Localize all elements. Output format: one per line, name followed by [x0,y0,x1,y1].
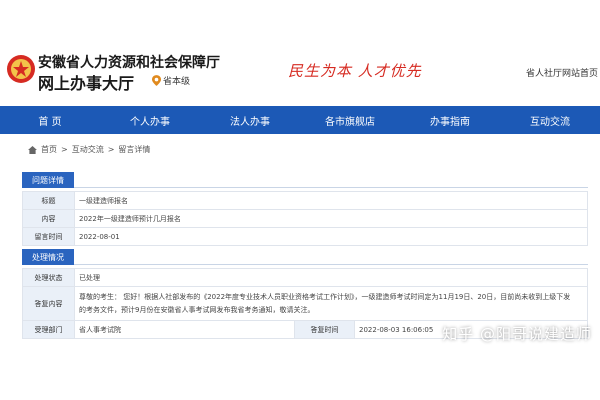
breadcrumb-separator: > [61,145,68,154]
nav-personal[interactable]: 个人办事 [100,106,200,134]
posted-time-value: 2022-08-01 [74,227,588,246]
org-name: 安徽省人力资源和社会保障厅 [38,55,220,71]
dept-value: 省人事考试院 [74,320,295,339]
handling-section-title: 处理情况 [22,249,74,265]
ministry-home-link[interactable]: 省人社厅网站首页 [526,66,598,79]
reply-line: 的考务文件，预计9月份在安徽省人事考试网发布我省考务通知，敬请关注。 [79,305,315,314]
reply-key: 答复内容 [22,286,75,321]
national-emblem-icon [7,55,35,83]
breadcrumb-separator: > [107,145,115,154]
nav-interaction[interactable]: 互动交流 [500,106,600,134]
table-row: 内容 2022年一级建造师预计几月报名 [22,209,588,228]
table-row: 标题 一级建造师报名 [22,191,588,210]
status-key: 处理状态 [22,268,75,287]
table-row: 答复内容 尊敬的考生： 您好！根据人社部发布的《2022年度专业技术人员职业资格… [22,286,588,321]
slogan: 民生为本 人才优先 [288,62,422,80]
level-selector[interactable]: 省本级 [152,74,190,87]
nav-corporate[interactable]: 法人办事 [200,106,300,134]
breadcrumb-home[interactable]: 首页 [41,144,57,155]
table-row: 留言时间 2022-08-01 [22,227,588,246]
handling-section-header: 处理情况 [22,249,588,265]
level-label: 省本级 [163,77,191,87]
title-value: 一级建造师报名 [74,191,588,210]
status-value: 已处理 [74,268,588,287]
table-row: 处理状态 已处理 [22,268,588,287]
question-section-header: 问题详情 [22,172,588,188]
nav-guide[interactable]: 办事指南 [400,106,500,134]
question-section-title: 问题详情 [22,172,74,188]
question-table: 标题 一级建造师报名 内容 2022年一级建造师预计几月报名 留言时间 2022… [22,191,588,246]
home-icon [28,145,37,154]
content-value: 2022年一级建造师预计几月报名 [74,209,588,228]
breadcrumb: 首页 > 互动交流 > 留言详情 [28,144,150,155]
breadcrumb-current: 留言详情 [118,145,151,154]
location-pin-icon [152,75,161,86]
posted-time-key: 留言时间 [22,227,75,246]
zhihu-watermark: 知乎 @阳哥说建造师 [442,325,592,343]
hall-name: 网上办事大厅 [38,74,135,93]
nav-home[interactable]: 首 页 [0,106,100,134]
reply-content: 尊敬的考生： 您好！根据人社部发布的《2022年度专业技术人员职业资格考试工作计… [74,286,588,321]
content-key: 内容 [22,209,75,228]
nav-city-stores[interactable]: 各市旗舰店 [300,106,400,134]
dept-key: 受理部门 [22,320,75,339]
reply-time-key: 答复时间 [294,320,355,339]
title-key: 标题 [22,191,75,210]
reply-line: 尊敬的考生： 您好！根据人社部发布的《2022年度专业技术人员职业资格考试工作计… [79,292,571,301]
main-nav: 首 页 个人办事 法人办事 各市旗舰店 办事指南 互动交流 [0,106,600,134]
breadcrumb-interaction[interactable]: 互动交流 [72,144,104,155]
header: 安徽省人力资源和社会保障厅 网上办事大厅 省本级 民生为本 人才优先 省人社厅网… [0,0,600,100]
